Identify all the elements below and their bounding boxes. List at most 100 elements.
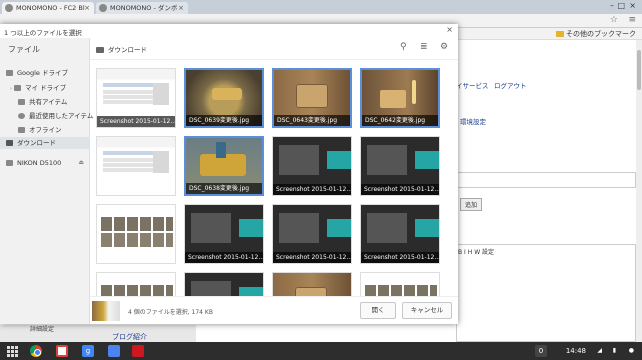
close-icon[interactable]: × (446, 25, 453, 34)
settings-link[interactable]: 環境設定 (460, 116, 486, 126)
clock[interactable]: 14:48 (566, 345, 586, 357)
editor-settings-button[interactable]: 設定 (482, 249, 494, 256)
dialog-footer: 4 個のファイルを選択, 174 KB 開く キャンセル (90, 296, 458, 324)
file-thumbnail[interactable]: DSC_0638変更後.jpg (184, 136, 264, 196)
sidebar-item-label: 共有アイテム (29, 98, 68, 106)
dialog-title: 1 つ以上のファイルを選択 (4, 29, 82, 37)
heading-button[interactable]: H (468, 249, 473, 256)
file-thumbnail[interactable] (272, 272, 352, 296)
file-thumbnail[interactable]: Screenshot 2015-01-12... (360, 204, 440, 264)
bookmark-other[interactable]: その他のブックマーク (556, 29, 636, 39)
chrome-icon[interactable] (30, 345, 42, 357)
file-thumbnail[interactable]: DSC_0642変更後.jpg (360, 68, 440, 128)
word-button[interactable]: W (474, 249, 480, 256)
sidebar-item-label: オフライン (29, 126, 62, 134)
google-plus-icon[interactable]: g (82, 345, 94, 357)
device-icon (6, 160, 13, 166)
file-name: Screenshot 2015-01-12... (361, 184, 439, 195)
tab-close-icon[interactable]: × (178, 2, 184, 14)
file-thumbnail[interactable]: Screenshot 2015-01-12... (272, 204, 352, 264)
file-thumbnail[interactable] (96, 272, 176, 296)
sidebar-item-nikon[interactable]: NIKON D5100 ⏏ (6, 159, 90, 167)
file-thumbnail[interactable] (184, 272, 264, 296)
sidebar-item-google-drive[interactable]: Google ドライブ (6, 67, 68, 77)
tab-close-icon[interactable]: × (84, 2, 90, 14)
gear-icon[interactable]: ⚙ (440, 42, 448, 52)
italic-button[interactable]: I (464, 249, 466, 256)
editor-toolbar: B I H W 設定 (458, 247, 494, 256)
battery-icon[interactable]: ▮ (613, 345, 616, 357)
fc2-favicon-icon (99, 4, 107, 12)
sidebar-item-offline[interactable]: オフライン (18, 124, 62, 134)
file-grid: Screenshot 2015-01-12... DSC_0639変更後.jpg D… (96, 68, 452, 296)
file-name: Screenshot 2015-01-12... (361, 252, 439, 263)
file-name: DSC_0643変更後.jpg (274, 115, 350, 126)
logout-link[interactable]: ログアウト (494, 80, 527, 90)
youtube-icon[interactable] (132, 345, 144, 357)
wifi-icon[interactable]: ◢ (597, 345, 602, 357)
file-thumbnail[interactable]: Screenshot 2015-01-12... (360, 136, 440, 196)
breadcrumb[interactable]: ダウンロード (96, 44, 147, 54)
add-button[interactable]: 追加 (460, 198, 483, 211)
star-icon[interactable]: ☆ (610, 15, 618, 25)
docs-icon[interactable] (108, 345, 120, 357)
file-thumbnail[interactable]: Screenshot 2015-01-12... (272, 136, 352, 196)
file-thumbnail[interactable]: Screenshot 2015-01-12... (184, 204, 264, 264)
clock-icon (18, 113, 25, 119)
open-button[interactable]: 開く (360, 302, 396, 319)
sidebar-item-label: マイ ドライブ (25, 84, 67, 92)
expand-icon[interactable]: › (10, 86, 12, 92)
cancel-button[interactable]: キャンセル (402, 302, 452, 319)
download-icon (6, 140, 13, 146)
sidebar-item-downloads[interactable]: ダウンロード (0, 137, 89, 149)
tab-title: MONOMONO - FC2 Bl (16, 4, 85, 12)
eject-icon[interactable]: ⏏ (78, 159, 84, 166)
minimize-icon[interactable]: – (610, 1, 614, 10)
selection-status: 4 個のファイルを選択, 174 KB (128, 309, 213, 316)
blog-intro-link[interactable]: ブログ紹介 (112, 332, 147, 342)
tab-monomono-dambo[interactable]: MONOMONO - ダンボ × (96, 2, 188, 14)
list-view-icon[interactable]: ≣ (420, 42, 428, 52)
file-thumbnail[interactable] (96, 136, 176, 196)
sidebar-item-my-drive[interactable]: › マイ ドライブ (10, 82, 66, 92)
tab-title: MONOMONO - ダンボ (110, 4, 178, 12)
hamburger-menu-icon[interactable]: ≡ (628, 15, 636, 25)
account-icon[interactable]: ● (629, 345, 634, 357)
sidebar-item-shared[interactable]: 共有アイテム (18, 96, 67, 106)
service-link[interactable]: イサービス (456, 80, 489, 90)
os-shelf: g 0 14:48 ◢ ▮ ● (0, 342, 642, 360)
notification-badge[interactable]: 0 (535, 345, 547, 357)
folder-icon (556, 31, 564, 37)
sidebar-item-label: 最近使用したアイテム (29, 112, 94, 120)
sidebar-item-recent[interactable]: 最近使用したアイテム (18, 110, 93, 120)
editor-box[interactable] (456, 244, 636, 342)
tab-monomono-blog[interactable]: MONOMONO - FC2 Bl × (2, 2, 94, 14)
file-chooser-dialog: 1 つ以上のファイルを選択 × ファイル Google ドライブ › マイ ドライ… (0, 24, 458, 324)
search-icon[interactable]: ⚲ (400, 42, 407, 52)
drive-icon (6, 70, 13, 76)
thumbnail-image (97, 137, 175, 195)
file-name: DSC_0639変更後.jpg (186, 115, 262, 126)
file-thumbnail[interactable] (360, 272, 440, 296)
file-thumbnail[interactable] (96, 204, 176, 264)
page-input[interactable] (456, 172, 636, 188)
sidebar-heading: ファイル (8, 45, 40, 54)
page-scrollbar[interactable] (636, 40, 642, 342)
maximize-icon[interactable]: □ (617, 1, 625, 10)
breadcrumb-label: ダウンロード (108, 46, 147, 54)
file-thumbnail[interactable]: DSC_0639変更後.jpg (184, 68, 264, 128)
app-launcher-icon[interactable] (6, 345, 18, 357)
window-close-icon[interactable]: × (629, 1, 636, 10)
tab-strip: MONOMONO - FC2 Bl × MONOMONO - ダンボ × – □… (0, 0, 642, 14)
gmail-icon[interactable] (56, 345, 68, 357)
thumbnail-image (97, 205, 175, 263)
thumbnail-image (361, 273, 439, 296)
bold-button[interactable]: B (458, 249, 462, 256)
scroll-thumb[interactable] (637, 50, 641, 90)
file-thumbnail[interactable]: Screenshot 2015-01-12... (96, 68, 176, 128)
file-name: DSC_0642変更後.jpg (362, 115, 438, 126)
file-name: DSC_0638変更後.jpg (186, 183, 262, 194)
bookmark-other-label: その他のブックマーク (566, 30, 636, 38)
file-thumbnail[interactable]: DSC_0643変更後.jpg (272, 68, 352, 128)
file-name: Screenshot 2015-01-12... (273, 184, 351, 195)
